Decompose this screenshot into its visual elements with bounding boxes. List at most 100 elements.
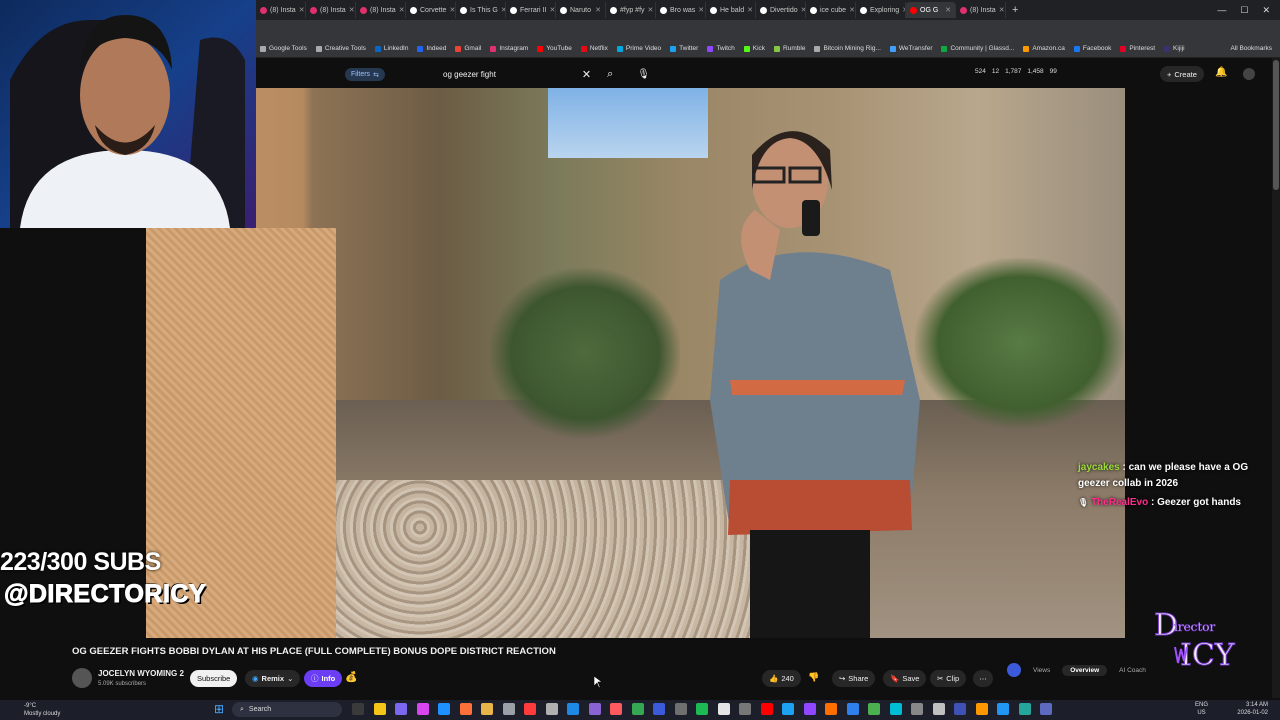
search-input[interactable]: og geezer fight ✕ ⌕ 🎙 xyxy=(435,66,650,83)
tab-close-icon[interactable]: ✕ xyxy=(449,6,455,14)
taskbar-app-icon[interactable] xyxy=(524,703,536,715)
thumbs-down-icon[interactable]: 👎 xyxy=(808,672,819,683)
bookmark-item[interactable]: WeTransfer xyxy=(889,45,932,52)
tab-close-icon[interactable]: ✕ xyxy=(595,6,601,14)
browser-tab[interactable]: (8) Insta ✕ xyxy=(256,2,306,18)
maximize-icon[interactable]: ☐ xyxy=(1240,5,1248,16)
bookmark-item[interactable]: Pinterest xyxy=(1120,45,1155,52)
tab-close-icon[interactable]: ✕ xyxy=(349,6,355,14)
clear-search-icon[interactable]: ✕ xyxy=(582,68,591,81)
bookmark-item[interactable]: Google Tools xyxy=(260,45,307,52)
browser-tab[interactable]: Divertido ✕ xyxy=(756,2,806,18)
new-tab-icon[interactable]: + xyxy=(1012,4,1018,16)
save-button[interactable]: 🔖 Save xyxy=(883,670,927,687)
browser-tab[interactable]: Ferrari II ✕ xyxy=(506,2,556,18)
taskbar-search[interactable]: ⌕ Search xyxy=(232,702,342,717)
taskbar-app-icon[interactable] xyxy=(803,703,816,715)
taskbar-app-icon[interactable] xyxy=(416,703,429,715)
share-button[interactable]: ↪ Share xyxy=(832,670,876,687)
browser-tab[interactable]: (8) Insta ✕ xyxy=(306,2,356,18)
taskbar-app-icon[interactable] xyxy=(739,703,751,715)
tab-close-icon[interactable]: ✕ xyxy=(549,6,555,14)
taskbar-app-icon[interactable] xyxy=(1018,703,1031,715)
create-button[interactable]: + Create xyxy=(1160,66,1204,82)
bookmark-item[interactable]: Netflix xyxy=(580,45,608,52)
filters-button[interactable]: Filters ⇆ xyxy=(345,68,385,81)
bookmark-item[interactable]: Community | Glassd... xyxy=(941,45,1014,52)
bookmark-item[interactable]: Instagram xyxy=(490,45,528,52)
bookmark-item[interactable]: Amazon.ca xyxy=(1023,45,1065,52)
taskbar-app-icon[interactable] xyxy=(545,703,558,715)
browser-tab[interactable]: (8) Insta ✕ xyxy=(356,2,406,18)
taskbar-app-icon[interactable] xyxy=(825,703,837,715)
account-avatar[interactable] xyxy=(1243,68,1255,80)
taskbar-app-icon[interactable] xyxy=(997,703,1009,715)
bookmark-item[interactable]: Rumble xyxy=(774,45,805,52)
tab-ai-coach[interactable]: AI Coach xyxy=(1111,665,1154,676)
bookmark-item[interactable]: LinkedIn xyxy=(374,45,408,52)
taskbar-app-icon[interactable] xyxy=(889,703,902,715)
taskbar-app-icon[interactable] xyxy=(760,703,773,715)
browser-tab[interactable]: Is This G✕ xyxy=(456,2,506,18)
taskbar-app-icon[interactable] xyxy=(846,703,859,715)
bookmark-item[interactable]: Bitcoin Mining Rig... xyxy=(814,45,881,52)
browser-tab[interactable]: Exploring✕ xyxy=(856,2,906,18)
windows-start-icon[interactable]: ⊞ xyxy=(214,702,224,716)
taskbar-app-icon[interactable] xyxy=(954,703,966,715)
taskbar-clock[interactable]: 3:14 AM 2026-01-02 xyxy=(1237,701,1268,717)
tab-close-icon[interactable]: ✕ xyxy=(399,6,405,14)
notifications-bell-icon[interactable]: 🔔 xyxy=(1215,67,1227,78)
tab-close-icon[interactable]: ✕ xyxy=(698,6,704,14)
like-button[interactable]: 👍 240 xyxy=(762,670,801,687)
bookmark-item[interactable]: Kijiji xyxy=(1164,45,1185,52)
taskbar-app-icon[interactable] xyxy=(674,703,687,715)
bookmark-item[interactable]: Twitter xyxy=(670,45,698,52)
taskbar-app-icon[interactable] xyxy=(438,703,450,715)
more-actions-button[interactable]: ⋯ xyxy=(973,670,993,687)
clip-button[interactable]: ✂ Clip xyxy=(930,670,967,687)
taskbar-app-icon[interactable] xyxy=(1040,703,1052,715)
tab-close-icon[interactable]: ✕ xyxy=(299,6,305,14)
browser-tab[interactable]: Naruto ✕ xyxy=(556,2,606,18)
tab-close-icon[interactable]: ✕ xyxy=(999,6,1005,14)
browser-tab[interactable]: (8) Insta ✕ xyxy=(956,2,1006,18)
search-icon[interactable]: ⌕ xyxy=(607,68,613,81)
taskbar-app-icon[interactable] xyxy=(567,703,579,715)
channel-avatar[interactable] xyxy=(72,668,92,688)
minimize-icon[interactable]: — xyxy=(1217,5,1226,15)
bookmark-item[interactable]: Gmail xyxy=(455,45,481,52)
taskbar-app-icon[interactable] xyxy=(459,703,472,715)
tab-views[interactable]: Views xyxy=(1025,665,1058,676)
taskbar-app-icon[interactable] xyxy=(717,703,730,715)
taskbar-app-icon[interactable] xyxy=(782,703,794,715)
taskbar-app-icon[interactable] xyxy=(696,703,708,715)
all-bookmarks-button[interactable]: All Bookmarks xyxy=(1230,45,1280,52)
taskbar-app-icon[interactable] xyxy=(631,703,644,715)
weather-widget[interactable]: -9°C Mostly cloudy xyxy=(6,702,60,718)
language-indicator[interactable]: ENG US xyxy=(1195,701,1208,717)
bookmark-item[interactable]: Creative Tools xyxy=(315,45,366,52)
tab-overview[interactable]: Overview xyxy=(1062,664,1108,676)
taskbar-app-icon[interactable] xyxy=(653,703,665,715)
browser-tab[interactable]: OG G ✕ xyxy=(906,2,956,18)
taskbar-app-icon[interactable] xyxy=(932,703,945,715)
tab-close-icon[interactable]: ✕ xyxy=(648,6,654,14)
bookmark-item[interactable]: YouTube xyxy=(537,45,572,52)
browser-tab[interactable]: ice cube ✕ xyxy=(806,2,856,18)
browser-tab[interactable]: Bro was ✕ xyxy=(656,2,706,18)
money-bag-icon[interactable]: 💰 xyxy=(345,672,357,683)
close-icon[interactable]: ✕ xyxy=(1262,5,1270,16)
tab-close-icon[interactable]: ✕ xyxy=(849,6,855,14)
taskbar-app-icon[interactable] xyxy=(588,703,601,715)
taskbar-app-icon[interactable] xyxy=(868,703,880,715)
taskbar-app-icon[interactable] xyxy=(352,703,364,715)
browser-tab[interactable]: He bald ✕ xyxy=(706,2,756,18)
taskbar-app-icon[interactable] xyxy=(975,703,988,715)
microphone-icon[interactable]: 🎙 xyxy=(637,69,650,80)
subscribe-button[interactable]: Subscribe xyxy=(190,670,238,687)
remix-button[interactable]: ◉ Remix ⌄ xyxy=(245,670,301,687)
channel-name[interactable]: JOCELYN WYOMING 2 xyxy=(98,669,184,678)
scrollbar-thumb[interactable] xyxy=(1273,60,1279,190)
bookmark-item[interactable]: Prime Video xyxy=(616,45,661,52)
browser-tab[interactable]: Corvette ✕ xyxy=(406,2,456,18)
